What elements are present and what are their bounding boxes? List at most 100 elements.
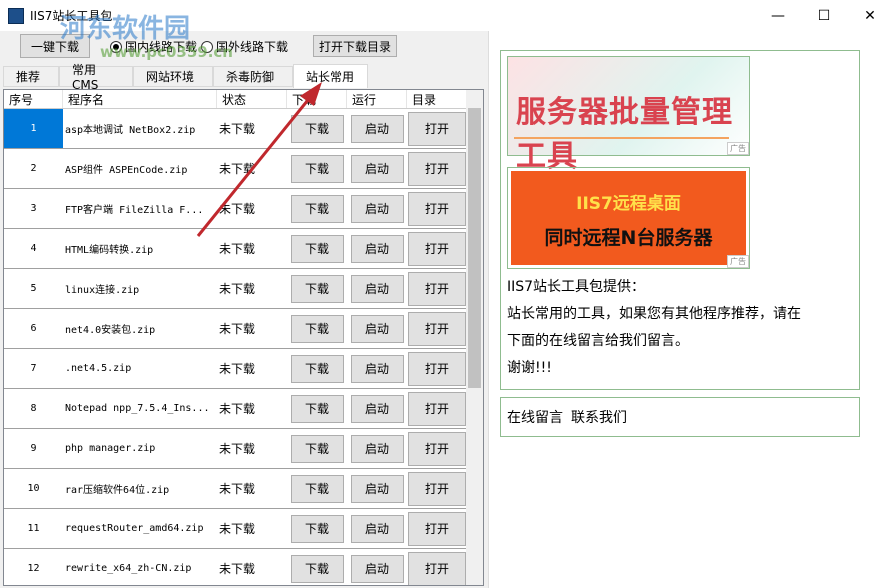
open-dir-button[interactable]: 打开 (408, 111, 466, 146)
open-download-dir-button[interactable]: 打开下载目录 (313, 35, 397, 57)
program-name: net4.0安装包.zip (65, 325, 156, 336)
status: 未下载 (219, 202, 256, 216)
run-button[interactable]: 启动 (350, 554, 404, 583)
table-row[interactable]: 6 net4.0安装包.zip 未下载 下载 启动 打开 (4, 309, 483, 349)
table-row[interactable]: 7 .net4.5.zip 未下载 下载 启动 打开 (4, 349, 483, 389)
col-dir[interactable]: 目录 (407, 90, 467, 108)
download-button[interactable]: 下载 (290, 114, 344, 143)
program-name: rar压缩软件64位.zip (65, 485, 170, 496)
ad-server-manager[interactable]: 服务器批量管理工具 广告 (507, 56, 750, 174)
ad-text: 服务器批量管理工具 (516, 95, 733, 174)
download-button[interactable]: 下载 (290, 514, 344, 543)
contact-us-link[interactable]: 联系我们 (571, 407, 627, 427)
open-dir-button[interactable]: 打开 (408, 471, 466, 506)
tab-webmaster[interactable]: 站长常用 (293, 64, 368, 88)
status: 未下载 (219, 362, 256, 376)
download-button[interactable]: 下载 (290, 474, 344, 503)
program-name: Notepad npp_7.5.4_Ins... (65, 403, 210, 414)
links-panel: 在线留言 联系我们 (500, 397, 860, 437)
open-dir-button[interactable]: 打开 (408, 511, 466, 546)
open-dir-button[interactable]: 打开 (408, 271, 466, 306)
ad-tag: 广告 (727, 255, 749, 268)
download-button[interactable]: 下载 (290, 234, 344, 263)
open-dir-button[interactable]: 打开 (408, 391, 466, 426)
status: 未下载 (219, 122, 256, 136)
status: 未下载 (219, 402, 256, 416)
run-button[interactable]: 启动 (350, 114, 404, 143)
table-row[interactable]: 2 ASP组件 ASPEnCode.zip 未下载 下载 启动 打开 (4, 149, 483, 189)
col-run[interactable]: 运行 (347, 90, 407, 108)
download-button[interactable]: 下载 (290, 274, 344, 303)
online-message-link[interactable]: 在线留言 (507, 407, 563, 427)
program-name: HTML编码转换.zip (65, 245, 154, 256)
download-button[interactable]: 下载 (290, 394, 344, 423)
run-button[interactable]: 启动 (350, 394, 404, 423)
download-button[interactable]: 下载 (290, 194, 344, 223)
info-line: 站长常用的工具，如果您有其他程序推荐，请在 (507, 306, 801, 322)
open-dir-button[interactable]: 打开 (408, 431, 466, 466)
program-name: linux连接.zip (65, 285, 140, 296)
col-status[interactable]: 状态 (217, 90, 287, 108)
info-text: IIS7站长工具包提供： 站长常用的工具，如果您有其他程序推荐，请在 下面的在线… (501, 269, 807, 387)
table-row[interactable]: 11 requestRouter_amd64.zip 未下载 下载 启动 打开 (4, 509, 483, 549)
tab-antivirus[interactable]: 杀毒防御 (213, 66, 293, 87)
tab-web-env[interactable]: 网站环境 (133, 66, 213, 87)
program-name: .net4.5.zip (65, 363, 132, 374)
tab-cms[interactable]: 常用CMS (59, 63, 133, 92)
run-button[interactable]: 启动 (350, 194, 404, 223)
status: 未下载 (219, 562, 256, 576)
run-button[interactable]: 启动 (350, 514, 404, 543)
table-row[interactable]: 8 Notepad npp_7.5.4_Ins... 未下载 下载 启动 打开 (4, 389, 483, 429)
table-row[interactable]: 5 linux连接.zip 未下载 下载 启动 打开 (4, 269, 483, 309)
run-button[interactable]: 启动 (350, 434, 404, 463)
row-number: 9 (30, 443, 37, 454)
row-number: 3 (30, 203, 37, 214)
close-button[interactable]: ✕ (847, 0, 893, 31)
open-dir-button[interactable]: 打开 (408, 191, 466, 226)
status: 未下载 (219, 482, 256, 496)
run-button[interactable]: 启动 (350, 154, 404, 183)
col-name[interactable]: 程序名 (63, 90, 217, 108)
download-button[interactable]: 下载 (290, 554, 344, 583)
table-row[interactable]: 9 php manager.zip 未下载 下载 启动 打开 (4, 429, 483, 469)
open-dir-button[interactable]: 打开 (408, 231, 466, 266)
info-line: 下面的在线留言给我们留言。 (507, 333, 689, 349)
col-download[interactable]: 下载 (287, 90, 347, 108)
app-icon (8, 7, 24, 24)
program-name: rewrite_x64_zh-CN.zip (65, 563, 192, 574)
ad-tag: 广告 (727, 142, 749, 155)
open-dir-button[interactable]: 打开 (408, 551, 466, 585)
run-button[interactable]: 启动 (350, 274, 404, 303)
tab-recommend[interactable]: 推荐 (3, 66, 59, 87)
table-row[interactable]: 1 asp本地调试 NetBox2.zip 未下载 下载 启动 打开 (4, 109, 483, 149)
run-button[interactable]: 启动 (350, 314, 404, 343)
download-button[interactable]: 下载 (290, 314, 344, 343)
col-no[interactable]: 序号 (4, 90, 63, 108)
download-button[interactable]: 下载 (290, 354, 344, 383)
download-button[interactable]: 下载 (290, 434, 344, 463)
table-row[interactable]: 12 rewrite_x64_zh-CN.zip 未下载 下载 启动 打开 (4, 549, 483, 585)
minimize-button[interactable]: — (755, 0, 801, 31)
program-table: 序号 程序名 状态 下载 运行 目录 1 asp本地调试 NetBox2.zip… (3, 89, 484, 586)
run-button[interactable]: 启动 (350, 474, 404, 503)
status: 未下载 (219, 522, 256, 536)
row-number: 12 (27, 563, 40, 574)
download-button[interactable]: 下载 (290, 154, 344, 183)
program-name: asp本地调试 NetBox2.zip (65, 125, 196, 136)
run-button[interactable]: 启动 (350, 354, 404, 383)
info-panel: 服务器批量管理工具 广告 IIS7远程桌面 同时远程N台服务器 广告 IIS7站… (500, 50, 860, 390)
program-name: ASP组件 ASPEnCode.zip (65, 165, 188, 176)
ad-remote-desktop[interactable]: IIS7远程桌面 同时远程N台服务器 广告 (507, 167, 750, 269)
vertical-scrollbar[interactable] (466, 90, 483, 585)
open-dir-button[interactable]: 打开 (408, 351, 466, 386)
row-number: 4 (30, 243, 37, 254)
table-row[interactable]: 10 rar压缩软件64位.zip 未下载 下载 启动 打开 (4, 469, 483, 509)
open-dir-button[interactable]: 打开 (408, 151, 466, 186)
open-dir-button[interactable]: 打开 (408, 311, 466, 346)
table-row[interactable]: 4 HTML编码转换.zip 未下载 下载 启动 打开 (4, 229, 483, 269)
scrollbar-thumb[interactable] (468, 108, 481, 388)
row-number: 11 (27, 523, 40, 534)
run-button[interactable]: 启动 (350, 234, 404, 263)
maximize-button[interactable]: ☐ (801, 0, 847, 31)
table-row[interactable]: 3 FTP客户端 FileZilla F... 未下载 下载 启动 打开 (4, 189, 483, 229)
